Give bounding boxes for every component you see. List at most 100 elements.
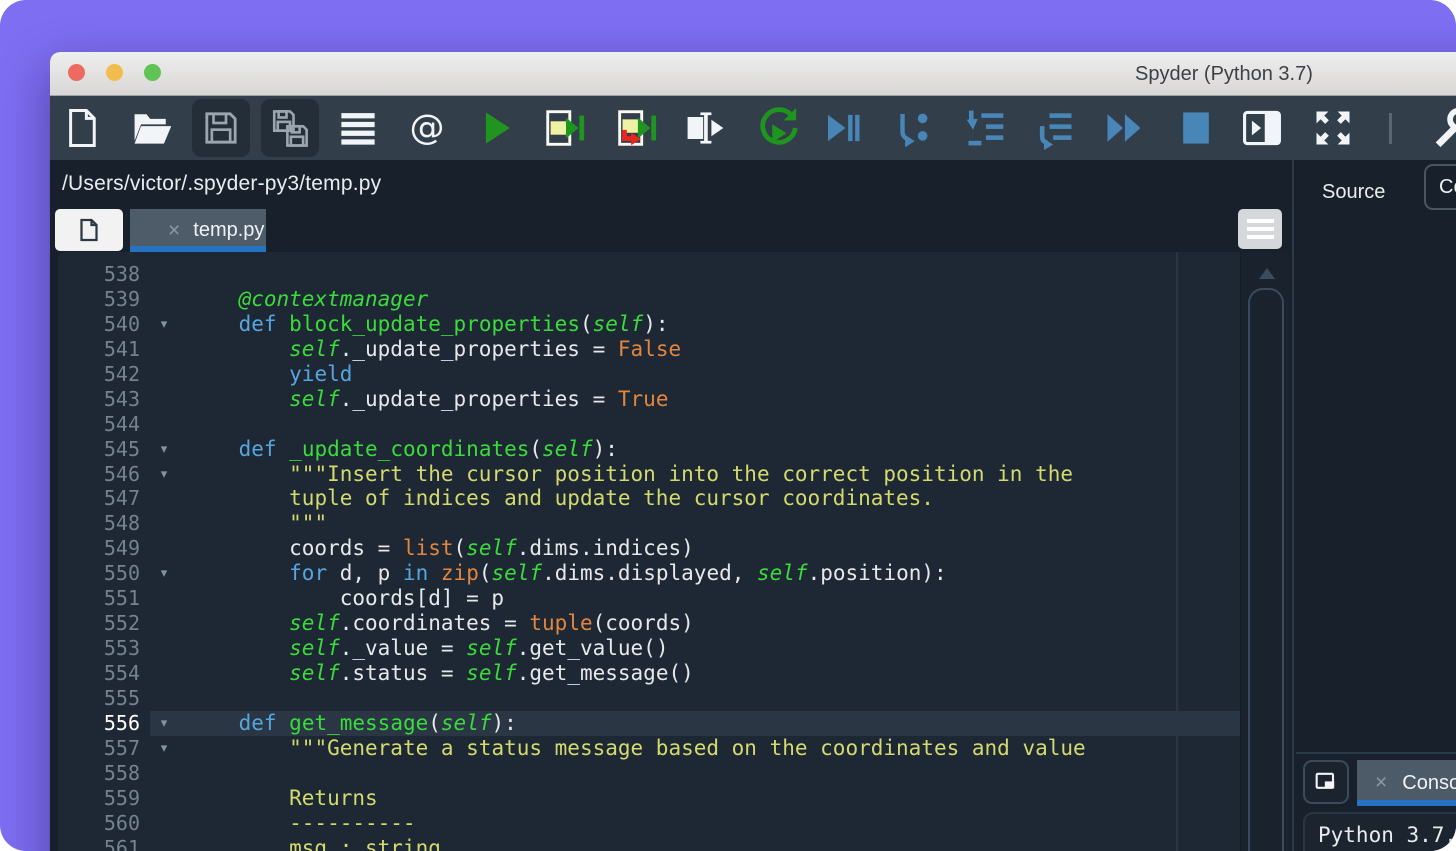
file-path-bar: /Users/victor/.spyder-py3/temp.py — [50, 160, 1292, 208]
code-line-540[interactable]: 540▾ def block_update_properties(self): — [58, 312, 1240, 337]
line-number[interactable]: 550 — [58, 561, 140, 586]
line-number[interactable]: 543 — [58, 387, 140, 412]
code-line-554[interactable]: 554 self.status = self.get_message() — [58, 661, 1240, 686]
line-number[interactable]: 542 — [58, 362, 140, 387]
ipython-console[interactable]: Python 3.7. — [1303, 812, 1456, 851]
panes-button[interactable] — [1238, 104, 1286, 152]
step-into-button[interactable] — [961, 104, 1009, 152]
code-line-541[interactable]: 541 self._update_properties = False — [58, 337, 1240, 362]
pane-splitter[interactable] — [1292, 160, 1294, 851]
line-number[interactable]: 541 — [58, 337, 140, 362]
minimize-window-button[interactable] — [106, 64, 123, 81]
editor-scrollbar[interactable] — [1240, 252, 1290, 851]
code-line-559[interactable]: 559 Returns — [58, 786, 1240, 811]
tab-temp-py[interactable]: × temp.py — [130, 209, 266, 252]
line-number[interactable]: 545 — [58, 437, 140, 462]
code-line-544[interactable]: 544 — [58, 412, 1240, 437]
line-number[interactable]: 554 — [58, 661, 140, 686]
code-line-547[interactable]: 547 tuple of indices and update the curs… — [58, 486, 1240, 511]
line-number[interactable]: 544 — [58, 412, 140, 437]
code-line-545[interactable]: 545▾ def _update_coordinates(self): — [58, 437, 1240, 462]
save-button[interactable] — [192, 99, 250, 157]
fold-arrow-icon[interactable]: ▾ — [140, 736, 188, 761]
code-editor[interactable]: 538539 @contextmanager540▾ def block_upd… — [58, 252, 1290, 851]
code-line-555[interactable]: 555 — [58, 686, 1240, 711]
stop-button[interactable] — [1172, 104, 1220, 152]
maximize-pane-button[interactable] — [1309, 104, 1357, 152]
line-number[interactable]: 551 — [58, 586, 140, 611]
line-number[interactable]: 547 — [58, 486, 140, 511]
run-cell-advance-button[interactable] — [541, 104, 589, 152]
help-source-combobox[interactable]: Console — [1424, 164, 1456, 210]
fold-arrow-icon[interactable]: ▾ — [140, 312, 188, 337]
line-number[interactable]: 559 — [58, 786, 140, 811]
scroll-up-arrow-icon[interactable] — [1259, 268, 1275, 279]
code-line-550[interactable]: 550▾ for d, p in zip(self.dims.displayed… — [58, 561, 1240, 586]
line-number[interactable]: 539 — [58, 287, 140, 312]
preferences-button[interactable] — [1428, 104, 1456, 152]
fold-arrow-icon[interactable]: ▾ — [140, 561, 188, 586]
line-number[interactable]: 560 — [58, 811, 140, 836]
tab-console[interactable]: × Console — [1357, 760, 1456, 806]
fold-arrow-icon[interactable]: ▾ — [140, 462, 188, 487]
code-line-552[interactable]: 552 self.coordinates = tuple(coords) — [58, 611, 1240, 636]
close-tab-icon[interactable]: × — [168, 219, 180, 243]
code-line-538[interactable]: 538 — [58, 262, 1240, 287]
fast-forward-button[interactable] — [1100, 104, 1148, 152]
titlebar[interactable]: Spyder (Python 3.7) — [50, 52, 1456, 96]
line-number[interactable]: 557 — [58, 736, 140, 761]
run-selection-button[interactable] — [681, 104, 729, 152]
rerun-cell-icon — [612, 105, 658, 151]
debug-file-button[interactable] — [889, 104, 937, 152]
scrollbar-thumb[interactable] — [1248, 288, 1284, 851]
line-number[interactable]: 556 — [58, 711, 140, 736]
close-window-button[interactable] — [68, 64, 85, 81]
console-browse-tabs-button[interactable] — [1303, 760, 1349, 804]
open-file-button[interactable] — [128, 104, 176, 152]
rerun-cell-button[interactable] — [611, 104, 659, 152]
right-panel-splitter[interactable] — [1296, 752, 1456, 754]
file-path: /Users/victor/.spyder-py3/temp.py — [62, 160, 381, 208]
save-all-button[interactable] — [261, 99, 319, 157]
line-number[interactable]: 538 — [58, 262, 140, 287]
zoom-window-button[interactable] — [144, 64, 161, 81]
line-number[interactable]: 552 — [58, 611, 140, 636]
code-line-558[interactable]: 558 — [58, 761, 1240, 786]
line-number[interactable]: 553 — [58, 636, 140, 661]
code-line-539[interactable]: 539 @contextmanager — [58, 287, 1240, 312]
fold-arrow-icon[interactable]: ▾ — [140, 437, 188, 462]
line-number[interactable]: 548 — [58, 511, 140, 536]
line-number[interactable]: 558 — [58, 761, 140, 786]
new-file-icon — [61, 107, 103, 149]
code-line-561[interactable]: 561 msg : string — [58, 836, 1240, 851]
new-file-button[interactable] — [58, 104, 106, 152]
line-number[interactable]: 555 — [58, 686, 140, 711]
line-number[interactable]: 561 — [58, 836, 140, 851]
debug-continue-button[interactable] — [818, 104, 866, 152]
code-line-549[interactable]: 549 coords = list(self.dims.indices) — [58, 536, 1240, 561]
run-file-button[interactable] — [472, 104, 520, 152]
line-number[interactable]: 546 — [58, 462, 140, 487]
browse-tabs-button[interactable] — [55, 209, 123, 251]
code-text: ---------- — [188, 811, 416, 836]
close-console-tab-icon[interactable]: × — [1375, 771, 1387, 795]
code-line-556[interactable]: 556▾ def get_message(self): — [58, 711, 1240, 736]
code-line-560[interactable]: 560 ---------- — [58, 811, 1240, 836]
line-number[interactable]: 549 — [58, 536, 140, 561]
code-line-553[interactable]: 553 self._value = self.get_value() — [58, 636, 1240, 661]
wrench-icon — [1429, 105, 1456, 151]
line-number[interactable]: 540 — [58, 312, 140, 337]
find-symbol-button[interactable]: @ — [403, 104, 451, 152]
file-switcher-button[interactable] — [334, 104, 382, 152]
code-line-543[interactable]: 543 self._update_properties = True — [58, 387, 1240, 412]
fold-arrow-icon[interactable]: ▾ — [140, 711, 188, 736]
code-line-548[interactable]: 548 """ — [58, 511, 1240, 536]
code-line-546[interactable]: 546▾ """Insert the cursor position into … — [58, 462, 1240, 487]
step-return-button[interactable] — [1031, 104, 1079, 152]
rerun-last-button[interactable] — [753, 104, 801, 152]
console-browse-icon — [1312, 768, 1340, 796]
editor-options-button[interactable] — [1238, 209, 1282, 249]
code-line-557[interactable]: 557▾ """Generate a status message based … — [58, 736, 1240, 761]
code-line-551[interactable]: 551 coords[d] = p — [58, 586, 1240, 611]
code-line-542[interactable]: 542 yield — [58, 362, 1240, 387]
